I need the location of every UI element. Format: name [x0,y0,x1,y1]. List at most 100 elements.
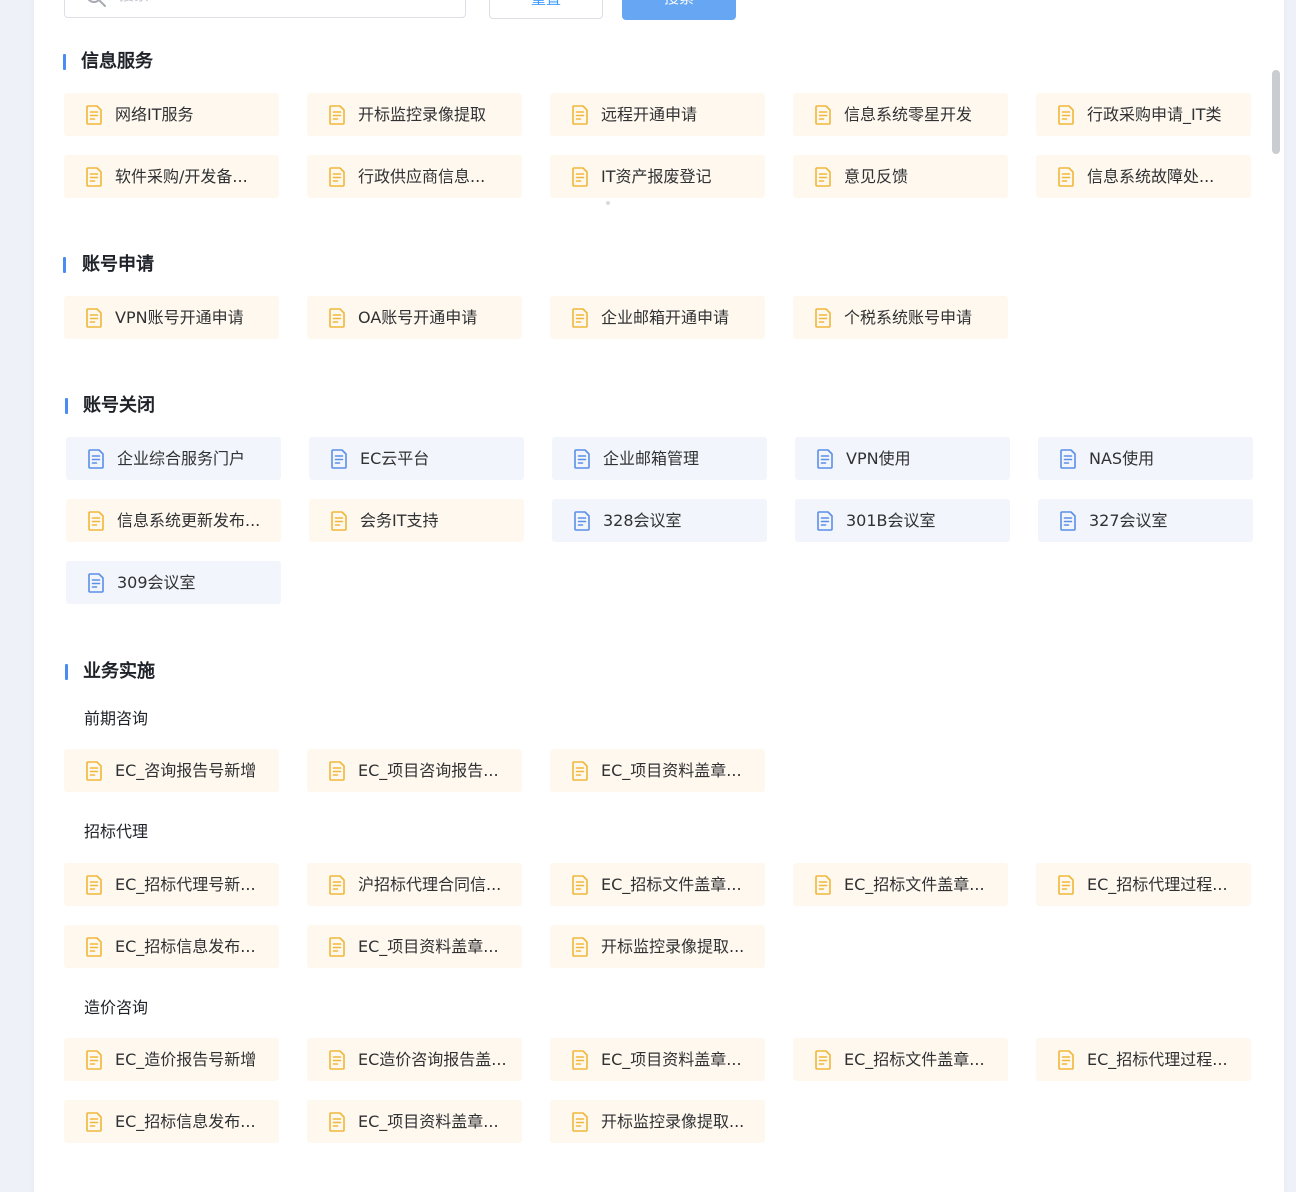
form-document-icon [86,1050,102,1070]
scrollbar-thumb[interactable] [1272,70,1280,154]
form-document-icon [572,937,588,957]
service-card-grid: EC_造价报告号新增 EC造价咨询报告盖... EC_项目资料盖章... EC_招标文… [64,1038,1251,1143]
service-card-label: EC_招标信息发布... [115,937,256,956]
service-card[interactable]: 信息系统更新发布... [66,499,281,542]
service-card-label: OA账号开通申请 [358,308,478,327]
search-input[interactable] [117,0,421,5]
service-card-label: 行政采购申请_IT类 [1087,105,1222,124]
service-card[interactable]: EC_招标文件盖章... [550,863,765,906]
service-card[interactable]: EC_招标信息发布... [64,1100,279,1143]
service-card[interactable]: EC_项目咨询报告... [307,749,522,792]
form-document-icon [329,105,345,125]
form-document-icon [817,511,833,531]
form-document-icon [1058,167,1074,187]
service-card-label: 信息系统更新发布... [117,511,261,530]
service-card[interactable]: VPN账号开通申请 [64,296,279,339]
service-card-label: 网络IT服务 [115,105,194,124]
service-card[interactable]: 个税系统账号申请 [793,296,1008,339]
search-input-box[interactable] [64,0,466,18]
service-card[interactable]: EC云平台 [309,437,524,480]
service-card[interactable]: EC造价咨询报告盖... [307,1038,522,1081]
service-card[interactable]: 信息系统零星开发 [793,93,1008,136]
search-button[interactable]: 搜索 [622,0,736,20]
section-accent-bar [63,257,66,273]
service-card[interactable]: 328会议室 [552,499,767,542]
service-card-grid: 企业综合服务门户 EC云平台 企业邮箱管理 VPN使用 NAS使用信息系统更新发布...… [66,437,1253,604]
service-card-label: IT资产报废登记 [601,167,712,186]
service-card[interactable]: 行政采购申请_IT类 [1036,93,1251,136]
service-card-label: EC_招标代理过程... [1087,875,1228,894]
service-card[interactable]: EC_招标文件盖章... [793,1038,1008,1081]
service-card[interactable]: EC_招标信息发布... [64,925,279,968]
service-card-label: EC_项目资料盖章... [601,1050,742,1069]
service-card[interactable]: 301B会议室 [795,499,1010,542]
service-card[interactable]: 开标监控录像提取 [307,93,522,136]
service-card-label: 328会议室 [603,511,682,530]
service-card-label: 开标监控录像提取... [601,937,745,956]
form-document-icon [572,1112,588,1132]
form-document-icon [88,511,104,531]
service-card-grid: VPN账号开通申请 OA账号开通申请 企业邮箱开通申请 个税系统账号申请 [64,296,1251,339]
service-card-label: 企业邮箱开通申请 [601,308,730,327]
service-card-label: EC_招标代理号新... [115,875,256,894]
service-card-label: EC_咨询报告号新增 [115,761,257,780]
service-card[interactable]: 企业邮箱管理 [552,437,767,480]
service-card[interactable]: 远程开通申请 [550,93,765,136]
reset-button[interactable]: 重置 [489,0,603,19]
service-card[interactable]: VPN使用 [795,437,1010,480]
form-document-icon [1058,875,1074,895]
service-card[interactable]: 会务IT支持 [309,499,524,542]
service-card[interactable]: EC_招标代理号新... [64,863,279,906]
service-card[interactable]: EC_招标代理过程... [1036,1038,1251,1081]
service-card[interactable]: 行政供应商信息... [307,155,522,198]
service-card[interactable]: 企业邮箱开通申请 [550,296,765,339]
service-card[interactable]: 开标监控录像提取... [550,925,765,968]
service-card[interactable]: IT资产报废登记 [550,155,765,198]
form-document-icon [86,167,102,187]
service-card-label: 意见反馈 [844,167,909,186]
service-card-label: 企业邮箱管理 [603,449,700,468]
service-card[interactable]: 意见反馈 [793,155,1008,198]
service-card-label: 开标监控录像提取 [358,105,487,124]
service-card-grid: EC_招标代理号新... 沪招标代理合同信... EC_招标文件盖章... EC_招标… [64,863,1251,968]
service-card-label: EC_项目咨询报告... [358,761,499,780]
service-card[interactable]: 327会议室 [1038,499,1253,542]
service-card-label: EC_招标文件盖章... [844,1050,985,1069]
service-card[interactable]: 信息系统故障处... [1036,155,1251,198]
form-document-icon [815,167,831,187]
service-card[interactable]: EC_造价报告号新增 [64,1038,279,1081]
form-document-icon [86,875,102,895]
service-card-label: 软件采购/开发备... [115,167,248,186]
service-card-label: EC_造价报告号新增 [115,1050,257,1069]
form-document-icon [329,937,345,957]
service-card[interactable]: EC_项目资料盖章... [307,1100,522,1143]
form-document-icon [1060,449,1076,469]
pagination-dot [606,201,610,205]
form-document-icon [815,105,831,125]
service-card[interactable]: 沪招标代理合同信... [307,863,522,906]
service-card[interactable]: OA账号开通申请 [307,296,522,339]
service-card[interactable]: 开标监控录像提取... [550,1100,765,1143]
service-card-label: VPN账号开通申请 [115,308,244,327]
service-card[interactable]: EC_招标代理过程... [1036,863,1251,906]
form-document-icon [86,308,102,328]
service-card[interactable]: 软件采购/开发备... [64,155,279,198]
service-card[interactable]: EC_项目资料盖章... [550,1038,765,1081]
service-card-label: 327会议室 [1089,511,1168,530]
form-document-icon [86,937,102,957]
section-title: 信息服务 [81,51,153,72]
service-card[interactable]: 企业综合服务门户 [66,437,281,480]
service-card[interactable]: EC_招标文件盖章... [793,863,1008,906]
form-document-icon [86,761,102,781]
scrollbar[interactable] [1270,60,1282,1182]
service-card[interactable]: NAS使用 [1038,437,1253,480]
service-card[interactable]: EC_项目资料盖章... [550,749,765,792]
subsection-title: 招标代理 [84,822,149,841]
service-card[interactable]: 309会议室 [66,561,281,604]
service-card[interactable]: 网络IT服务 [64,93,279,136]
service-card-label: 会务IT支持 [360,511,439,530]
form-document-icon [1058,105,1074,125]
service-card-label: EC_招标信息发布... [115,1112,256,1131]
service-card[interactable]: EC_项目资料盖章... [307,925,522,968]
service-card[interactable]: EC_咨询报告号新增 [64,749,279,792]
